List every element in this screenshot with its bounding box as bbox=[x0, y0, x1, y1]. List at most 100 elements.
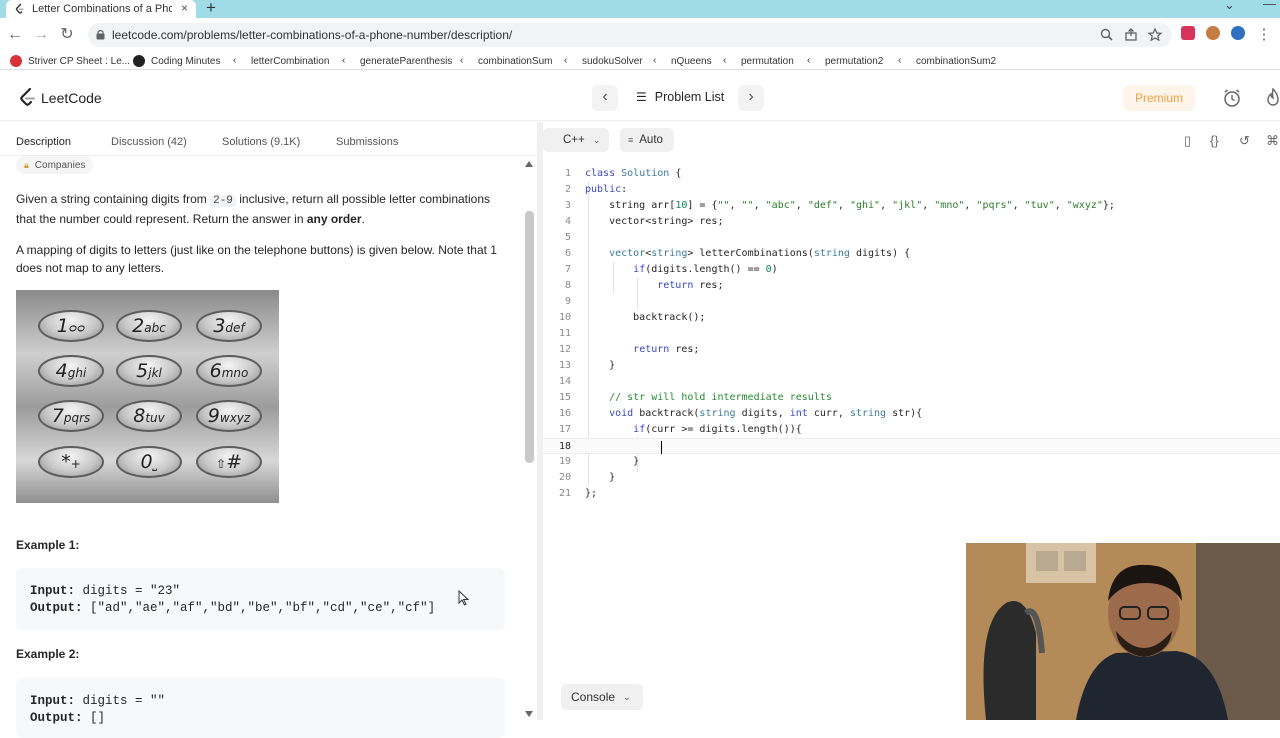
bookmark-item[interactable]: Striver CP Sheet : Le... bbox=[10, 55, 130, 67]
code-line: 5 bbox=[543, 230, 1280, 246]
line-number: 12 bbox=[558, 344, 571, 355]
key-digit: 3 bbox=[213, 315, 226, 337]
problem-list-button[interactable]: ☰ Problem List bbox=[636, 90, 724, 104]
chevron-down-icon: ⌄ bbox=[592, 134, 601, 145]
bookmark-star-icon[interactable] bbox=[1146, 26, 1164, 44]
bookmark-label: Coding Minutes bbox=[151, 55, 221, 67]
code-line: 17 if(curr >= digits.length()){ bbox=[543, 422, 1280, 438]
description-scrollbar[interactable] bbox=[523, 161, 534, 720]
puzzle-icon[interactable]: ⋮ bbox=[1255, 26, 1273, 44]
line-number: 9 bbox=[564, 296, 571, 307]
bookmark-item[interactable]: Coding Minutes bbox=[133, 55, 220, 67]
code-line: 3 string arr[10] = {"", "", "abc", "def"… bbox=[543, 198, 1280, 214]
extension-icon[interactable] bbox=[1231, 26, 1245, 40]
reset-code-icon[interactable]: ↺ bbox=[1239, 133, 1250, 149]
language-select[interactable]: C++ ⌄ bbox=[543, 128, 609, 152]
bookmark-item[interactable]: ‹ sudokuSolver bbox=[564, 55, 643, 67]
companies-button[interactable]: 🔒︎ Companies bbox=[16, 156, 94, 174]
bookmark-item[interactable]: ‹ nQueens bbox=[653, 55, 712, 67]
line-number: 16 bbox=[558, 408, 571, 419]
bookmark-item[interactable]: ‹ combinationSum bbox=[460, 55, 552, 67]
example-1-box: Input: digits = "23" Output: ["ad","ae",… bbox=[16, 568, 505, 630]
tab-close-icon[interactable]: × bbox=[181, 1, 188, 15]
bookmark-item[interactable]: ‹ permutation bbox=[723, 55, 794, 67]
back-icon[interactable]: ← bbox=[6, 26, 24, 44]
scroll-up-icon[interactable] bbox=[525, 161, 533, 167]
code-text: string arr[10] = {"", "", "abc", "def", … bbox=[585, 200, 1115, 211]
keypad-key: *+ bbox=[38, 446, 104, 478]
keypad-key: 5jkl bbox=[116, 355, 182, 387]
tab-search-icon[interactable]: ⌄ bbox=[1224, 0, 1235, 13]
bookmark-item[interactable]: ‹ letterCombination bbox=[233, 55, 329, 67]
leetcode-logo-icon[interactable] bbox=[18, 87, 38, 109]
code-line: 16 void backtrack(string digits, int cur… bbox=[543, 406, 1280, 422]
browser-tab[interactable]: Letter Combinations of a Phone × bbox=[6, 0, 196, 18]
output-value: ["ad","ae","af","bd","be","bf","cd","ce"… bbox=[82, 601, 436, 615]
key-letters: abc bbox=[144, 321, 166, 335]
bookmark-label: generateParenthesis bbox=[360, 55, 453, 67]
new-tab-button[interactable]: + bbox=[206, 0, 216, 18]
extension-icon[interactable] bbox=[1206, 26, 1220, 40]
tab-solutions[interactable]: Solutions (9.1K) bbox=[222, 136, 300, 148]
scrollbar-thumb[interactable] bbox=[525, 211, 534, 463]
bookmarks-bar: Striver CP Sheet : Le... Coding Minutes … bbox=[0, 52, 1280, 70]
leetcode-icon: ‹ bbox=[807, 55, 811, 66]
list-icon: ☰ bbox=[636, 90, 647, 104]
code-text: backtrack(); bbox=[585, 312, 706, 323]
streak-fire-icon[interactable] bbox=[1264, 88, 1280, 108]
brand-name[interactable]: LeetCode bbox=[41, 90, 102, 106]
share-icon[interactable] bbox=[1122, 26, 1140, 44]
prev-problem-button[interactable]: ‹ bbox=[592, 85, 618, 111]
next-problem-button[interactable]: › bbox=[738, 85, 764, 111]
minimize-icon[interactable]: — bbox=[1263, 0, 1276, 11]
key-digit: 8 bbox=[133, 405, 146, 427]
bookmark-item[interactable]: ‹ combinationSum2 bbox=[898, 55, 996, 67]
premium-button[interactable]: Premium bbox=[1123, 85, 1195, 111]
key-digit: # bbox=[226, 451, 242, 473]
auto-complete-toggle[interactable]: ≡ Auto bbox=[620, 128, 674, 152]
example-1-output: Output: ["ad","ae","af","bd","be","bf","… bbox=[30, 601, 435, 615]
code-line: 9 bbox=[543, 294, 1280, 310]
key-digit: 5 bbox=[136, 360, 149, 382]
key-letters: wxyz bbox=[219, 411, 251, 425]
browser-tab-bar: Letter Combinations of a Phone × + ⌄ — bbox=[0, 0, 1280, 18]
bookmark-icon[interactable]: ▯ bbox=[1184, 133, 1191, 149]
tab-submissions[interactable]: Submissions bbox=[336, 136, 398, 148]
code-line: 12 return res; bbox=[543, 342, 1280, 358]
tab-discussion[interactable]: Discussion (42) bbox=[111, 136, 187, 148]
code-line: 10 backtrack(); bbox=[543, 310, 1280, 326]
extension-icon[interactable] bbox=[1181, 26, 1195, 40]
console-button[interactable]: Console ⌄ bbox=[561, 684, 643, 710]
line-number: 14 bbox=[558, 376, 571, 387]
forward-icon[interactable]: → bbox=[32, 26, 50, 44]
tab-description[interactable]: Description bbox=[16, 136, 71, 148]
reload-icon[interactable]: ↻ bbox=[58, 26, 76, 44]
line-number: 17 bbox=[558, 424, 571, 435]
alarm-clock-icon[interactable] bbox=[1222, 88, 1242, 108]
keypad-key: 3def bbox=[196, 310, 262, 342]
key-digit: 2 bbox=[132, 315, 145, 337]
leetcode-icon: ‹ bbox=[564, 55, 568, 66]
line-number: 11 bbox=[558, 328, 571, 339]
format-code-icon[interactable]: {} bbox=[1210, 133, 1219, 148]
lock-icon: 🔒︎ bbox=[24, 159, 29, 170]
address-bar[interactable]: leetcode.com/problems/letter-combination… bbox=[88, 23, 1172, 47]
fullscreen-icon[interactable]: ⌘ bbox=[1266, 133, 1279, 149]
keypad-key: 4ghi bbox=[38, 355, 104, 387]
keypad-key: ⇧# bbox=[196, 446, 262, 478]
chevron-down-icon: ⌄ bbox=[623, 691, 631, 702]
line-number: 7 bbox=[564, 264, 571, 275]
input-value: digits = "23" bbox=[75, 584, 181, 598]
bookmark-item[interactable]: ‹ permutation2 bbox=[807, 55, 883, 67]
github-icon bbox=[133, 55, 145, 67]
zoom-icon[interactable] bbox=[1098, 26, 1116, 44]
keypad-key: 9wxyz bbox=[196, 400, 262, 432]
example-2-input: Input: digits = "" bbox=[30, 694, 165, 708]
code-text: vector<string> letterCombinations(string… bbox=[609, 248, 911, 259]
line-number: 21 bbox=[558, 488, 571, 499]
key-letters: ghi bbox=[67, 366, 87, 380]
key-digit: 0 bbox=[140, 451, 153, 473]
scroll-down-icon[interactable] bbox=[525, 711, 533, 717]
bookmark-item[interactable]: ‹ generateParenthesis bbox=[342, 55, 452, 67]
autocomplete-icon: ≡ bbox=[628, 135, 634, 145]
